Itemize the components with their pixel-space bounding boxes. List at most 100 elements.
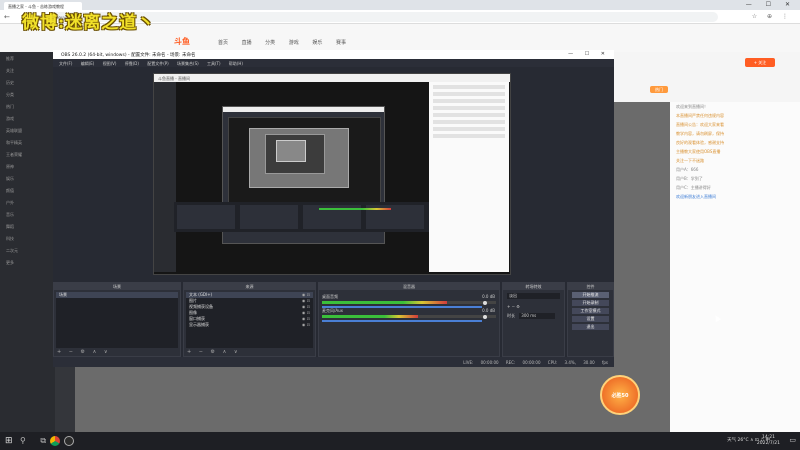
site-content [75,370,595,432]
sidebar-item[interactable]: 王者荣耀 [0,148,55,160]
search-icon[interactable]: ⚲ ⧉ [20,436,52,446]
source-label: 文本 (GDI+) [189,292,213,297]
speaker-icon[interactable] [483,301,487,305]
obs-title-bar: OBS 26.0.2 (64-bit, windows) - 配置文件: 未命名… [53,50,614,59]
obs-title: OBS 26.0.2 (64-bit, windows) - 配置文件: 未命名… [61,53,196,58]
follow-button[interactable]: + 关注 [745,58,775,67]
chat-message: 欢迎新朋友进入直播间 [676,194,716,199]
chat-message: 用户A：666 [676,167,699,172]
mixer-track: 桌面音频 0.0 dB [319,293,499,308]
mixer-dock: 混音器 桌面音频 0.0 dB 麦克风/Aux 0.0 dB [318,282,500,357]
scenes-dock: 场景 场景 + − ⚙ ∧ ∨ [53,282,181,357]
duration-label: 时长 [507,313,515,318]
sidebar-item[interactable]: 科技 [0,232,55,244]
control-button[interactable]: 设置 [572,316,609,322]
sources-toolbar[interactable]: + − ⚙ ∧ ∨ [187,349,241,355]
sidebar-item[interactable]: 户外 [0,196,55,208]
clock-date: 2022/7/21 [756,441,780,446]
scenes-toolbar[interactable]: + − ⚙ ∧ ∨ [57,349,111,355]
control-button[interactable]: 开始录制 [572,300,609,306]
speaker-icon[interactable] [483,315,487,319]
control-button[interactable]: 工作室模式 [572,308,609,314]
clock[interactable]: 14:21 2022/7/21 [757,435,780,447]
track-db: 0.0 dB [482,294,495,299]
sidebar-item[interactable]: 热门 [0,100,55,112]
volume-meter [322,315,496,318]
duration-input[interactable]: 300 ms [519,313,556,319]
source-label: 视频捕获设备 [189,304,213,309]
source-label: 图像 [189,310,197,315]
mixer-track: 麦克风/Aux 0.0 dB [319,307,499,322]
notification-icon[interactable]: ▭ [789,436,796,444]
control-button[interactable]: 退出 [572,324,609,330]
taskbar: ⊞ ⚲ ⧉ 天气 26°C ∧ ⊡ ♫ 中 14:21 2022/7/21 ▭ [0,432,800,450]
nested-site-header: 斗鱼直播 - 直播间 [154,74,510,82]
nested-obs-docks [174,202,429,232]
chat-message: 用户C：主播讲得好 [676,185,711,190]
nested-chat [429,82,509,272]
volume-meter [322,301,496,304]
sidebar-item[interactable]: 历史 [0,76,55,88]
watermark: 微博:迷离之道丶 [22,13,156,33]
track-db: 0.0 dB [482,308,495,313]
sidebar-item[interactable]: 关注 [0,64,55,76]
obs-preview[interactable]: 斗鱼直播 - 直播间 [153,73,511,275]
visibility-icon[interactable]: ◉ ⊡ [302,322,310,328]
sidebar-item[interactable]: 分类 [0,88,55,100]
start-icon[interactable]: ⊞ [5,436,13,446]
chat-panel: 欢迎来到直播间！ 本直播间严禁任何违规内容 直播间公告：欢迎大家来看 教学内容，请勿刷… [670,102,800,432]
chat-message: 本直播间严禁任何违规内容 [676,113,724,118]
volume-slider[interactable] [322,320,483,322]
chat-message: 关注一下不迷路 [676,158,704,163]
sources-dock: 来源 文本 (GDI+) ◉ ⊡ 图片 ◉ ⊡ 视频捕获设备 ◉ ⊡ 图像 ◉ ⊡ 窗口捕获 ◉ … [183,282,316,357]
obs-window-controls[interactable]: — ☐ ✕ [568,51,610,57]
chat-message: 主播教大家使用OBS直播 [676,149,721,154]
obs-menu-bar[interactable]: 文件(F) 编辑(E) 视图(V) 停靠(D) 配置文件(P) 场景集合(S) … [53,59,614,67]
track-name: 麦克风/Aux [322,308,343,313]
chat-message: 用户B：学到了 [676,176,703,181]
scenes-title: 场景 [54,283,180,290]
transition-toolbar[interactable]: + − ⚙ [503,302,564,311]
sidebar-item[interactable]: 英雄联盟 [0,124,55,136]
sidebar-item[interactable]: 和平精英 [0,136,55,148]
nested-sidebar [154,82,176,272]
chat-message: 直播间公告：欢迎大家来看 [676,122,724,127]
sidebar-item[interactable]: 音乐 [0,208,55,220]
site-nav[interactable]: 首页 直播 分类 游戏 娱乐 赛事 [218,39,346,46]
sidebar-item[interactable]: 颜值 [0,184,55,196]
sidebar-item[interactable]: 二次元 [0,244,55,256]
transitions-title: 转场特效 [503,283,564,290]
obs-status-bar: LIVE: 00:00:00 REC: 00:00:00 CPU: 3.4%, … [53,357,614,367]
track-name: 桌面音频 [322,294,338,299]
chrome-icon[interactable] [50,436,60,446]
sidebar-item[interactable]: 更多 [0,256,55,268]
source-item[interactable]: 显示器捕获 ◉ ⊡ [186,322,313,328]
source-label: 图片 [189,298,197,303]
transitions-dock: 转场特效 淡出 + − ⚙ 时长 300 ms [502,282,565,357]
chat-message: 教学内容，请勿刷屏，保持 [676,131,724,136]
control-button[interactable]: 开始推流 [572,292,609,298]
source-label: 窗口捕获 [189,316,205,321]
sources-title: 来源 [184,283,315,290]
sidebar-item[interactable]: 原神 [0,160,55,172]
sidebar-item[interactable]: 舞蹈 [0,220,55,232]
controls-dock: 控件 开始推流开始录制工作室模式设置退出 [567,282,614,357]
sidebar-item[interactable]: 游戏 [0,112,55,124]
transition-select[interactable]: 淡出 [507,293,560,299]
duration-row: 时长 300 ms [503,311,564,321]
nested-obs-preview [228,117,381,205]
bookmark-icon[interactable]: ☆ ⊕ ⋮ [752,13,792,20]
source-label: 显示器捕获 [189,322,209,327]
site-logo[interactable]: 斗鱼 [174,36,190,47]
sidebar-item[interactable]: 娱乐 [0,172,55,184]
scene-item[interactable]: 场景 [56,292,178,298]
site-sidebar: 推荐 关注 历史 分类 热门 游戏 英雄联盟 和平精英 王者荣耀 原神 娱乐 颜值 户外 音乐 舞蹈 科技 二次… [0,52,55,432]
hot-badge: 热门 [650,86,668,93]
sidebar-item[interactable]: 推荐 [0,52,55,64]
mixer-title: 混音器 [319,283,499,290]
obs-icon[interactable] [64,436,74,446]
controls-title: 控件 [568,283,613,290]
window-controls[interactable]: — ☐ ✕ [746,1,796,8]
chat-message: 欢迎来到直播间！ [676,104,708,109]
gift-badge[interactable]: 必胜50 [600,375,640,415]
